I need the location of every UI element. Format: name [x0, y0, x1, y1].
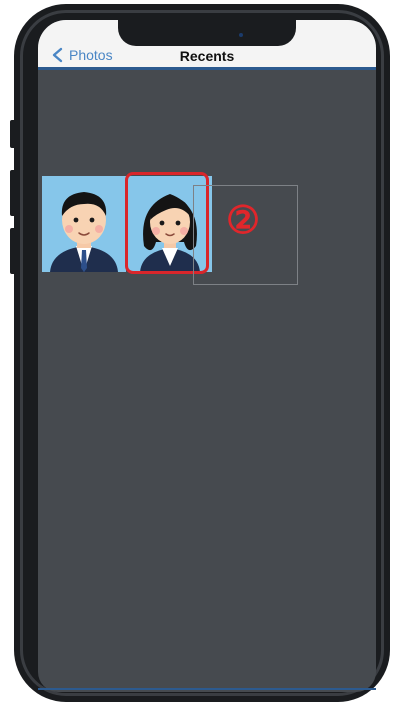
volume-down-button	[10, 228, 16, 274]
mute-switch	[10, 120, 16, 148]
photo-thumbnail-man[interactable]	[42, 176, 126, 272]
page-title: Recents	[179, 48, 235, 64]
photo-picker-screen: Photos Recents	[38, 20, 376, 692]
volume-up-button	[10, 170, 16, 216]
front-camera	[239, 33, 243, 37]
power-button	[384, 188, 390, 268]
man-avatar-image	[42, 176, 126, 272]
step-number-badge: ②	[225, 200, 261, 242]
bottom-divider	[38, 688, 376, 690]
notch	[118, 14, 296, 46]
